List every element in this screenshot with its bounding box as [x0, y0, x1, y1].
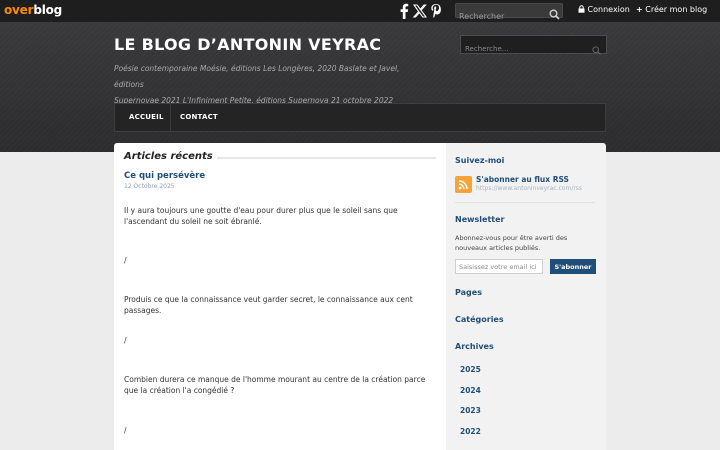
pages-title[interactable]: Pages: [455, 288, 482, 297]
topbar-search: [455, 3, 563, 23]
newsletter-email-field[interactable]: [455, 259, 543, 274]
nav-divider: [170, 104, 171, 131]
blog-search-input[interactable]: [461, 40, 586, 58]
logo-part-blog: blog: [33, 3, 63, 17]
newsletter-text: Abonnez-vous pour être averti des nouvea…: [455, 234, 568, 252]
post-date: 12 Octobre 2025: [124, 183, 175, 190]
nav-item-accueil[interactable]: ACCUEIL: [129, 113, 164, 121]
sidebar-divider: [455, 202, 595, 203]
newsletter-title: Newsletter: [455, 215, 505, 224]
archive-year[interactable]: 2023: [460, 406, 481, 415]
sidebar: Suivez-moi S'abonner au flux RSS https:/…: [446, 143, 606, 450]
login-label: Connexion: [587, 5, 630, 14]
create-blog-label: Créer mon blog: [645, 5, 708, 14]
archive-year[interactable]: 2025: [460, 365, 481, 374]
blog-search: [460, 35, 607, 58]
follow-title: Suivez-moi: [455, 156, 505, 165]
post-paragraph: Produis ce que la connaissance veut gard…: [124, 295, 413, 315]
blog-title[interactable]: LE BLOG D’ANTONIN VEYRAC: [114, 35, 381, 54]
blog-header: LE BLOG D’ANTONIN VEYRAC Poésie contempo…: [0, 22, 720, 152]
post-title[interactable]: Ce qui persévère: [124, 171, 205, 181]
post-separator: /: [124, 256, 127, 265]
blog-description: Poésie contemporaine Moésie, éditions Le…: [114, 61, 424, 109]
login-link[interactable]: Connexion: [578, 5, 630, 14]
facebook-icon[interactable]: [398, 3, 412, 20]
section-title: Articles récents: [124, 151, 217, 162]
subscribe-button[interactable]: S'abonner: [550, 259, 596, 274]
post-paragraph: Combien durera ce manque de l'homme mour…: [124, 375, 426, 395]
post-separator: /: [124, 336, 127, 345]
create-blog-link[interactable]: + Créer mon blog: [636, 5, 707, 14]
overblog-topbar: overblog Connexion + Créer mon blog: [0, 0, 720, 23]
post-paragraph: Il y aura toujours une goutte d'eau pour…: [124, 206, 398, 226]
archive-year[interactable]: 2024: [460, 386, 481, 395]
plus-icon: +: [636, 5, 643, 14]
logo-part-over: over: [4, 3, 34, 17]
archive-year[interactable]: 2022: [460, 427, 481, 436]
rss-subscribe-link[interactable]: S'abonner au flux RSS: [476, 175, 569, 184]
main-content: Articles récents Ce qui persévère 12 Oct…: [114, 143, 446, 450]
rss-icon[interactable]: [455, 176, 472, 193]
section-rule: [204, 157, 436, 159]
search-icon[interactable]: [592, 40, 601, 59]
overblog-logo[interactable]: overblog: [4, 3, 62, 17]
categories-title[interactable]: Catégories: [455, 315, 504, 324]
rss-url: https://www.antoninveyrac.com/rss: [476, 185, 583, 192]
archives-title: Archives: [455, 342, 494, 351]
pinterest-icon[interactable]: [430, 3, 444, 19]
main-nav: ACCUEIL CONTACT: [114, 103, 606, 132]
nav-item-contact[interactable]: CONTACT: [180, 113, 218, 121]
post-separator: /: [124, 426, 127, 435]
blog-description-line-1: Poésie contemporaine Moésie, éditions Le…: [114, 64, 400, 89]
x-twitter-icon[interactable]: [412, 3, 428, 19]
lock-icon: [578, 5, 588, 14]
